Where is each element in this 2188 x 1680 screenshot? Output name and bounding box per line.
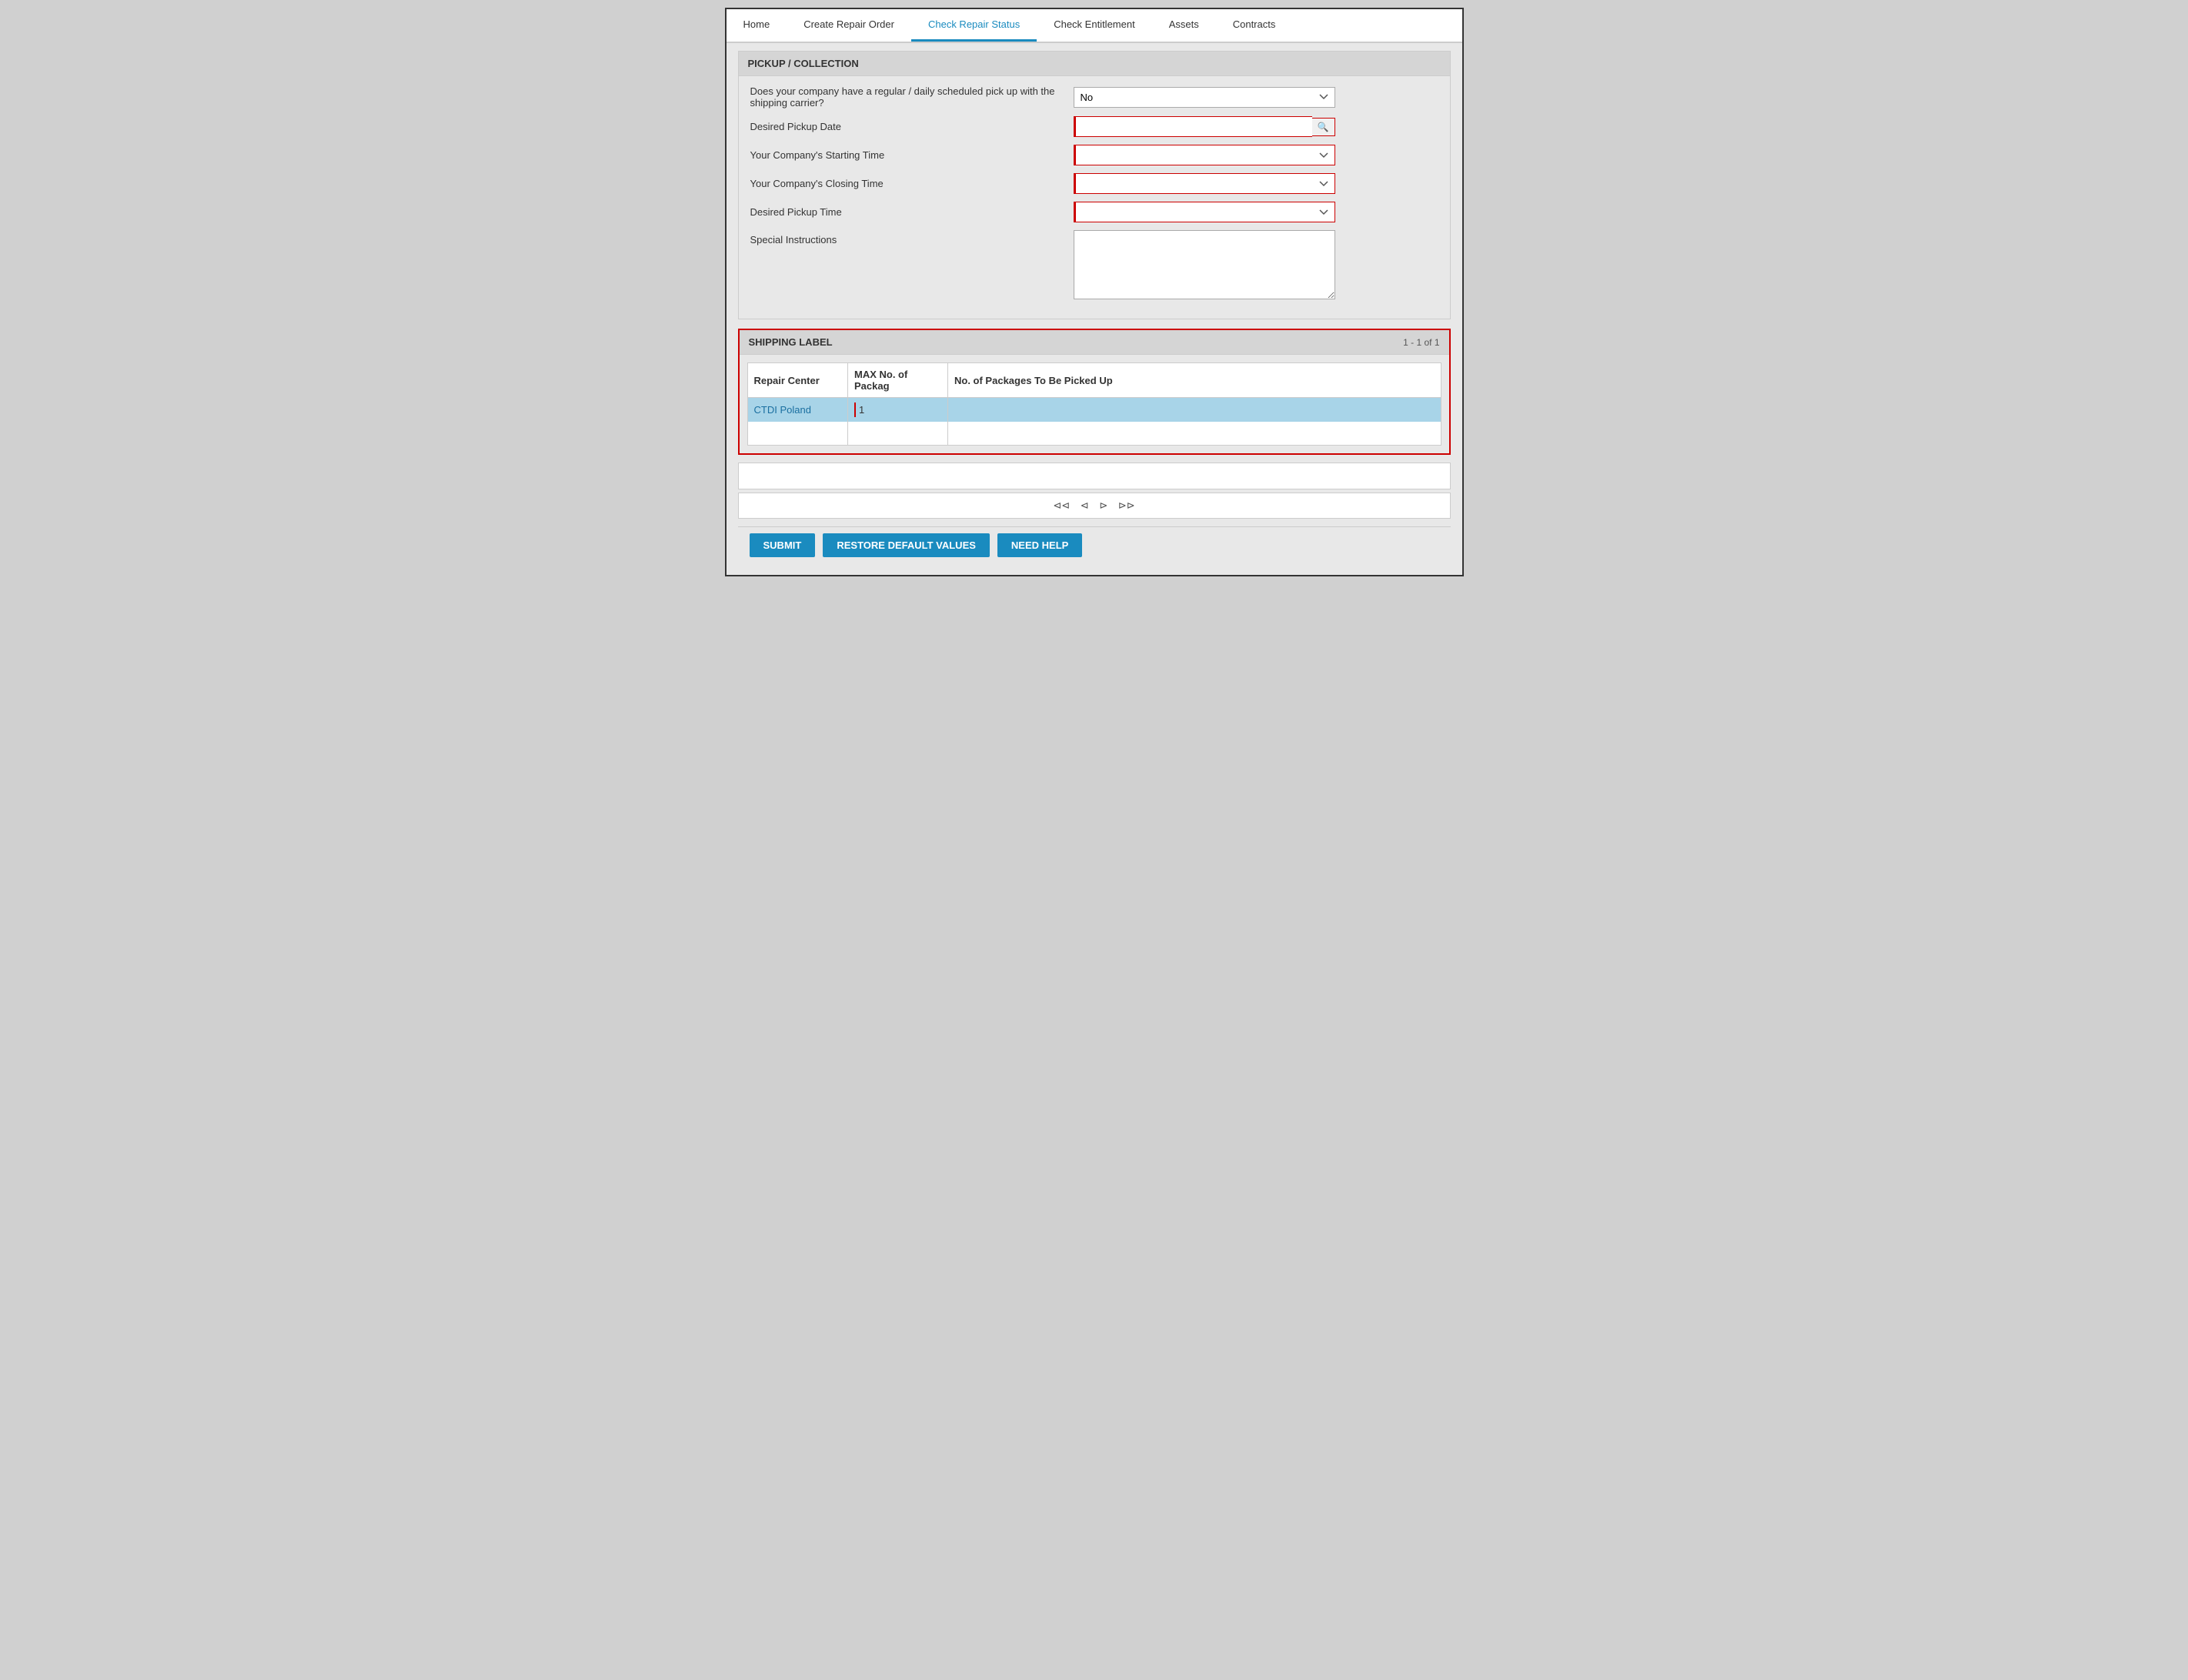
special-instructions-control [1074, 230, 1335, 302]
date-picker-button[interactable]: 🔍 [1312, 118, 1335, 136]
nav-home[interactable]: Home [727, 9, 787, 42]
pickup-section: PICKUP / COLLECTION Does your company ha… [738, 51, 1451, 319]
no-packages-input[interactable] [954, 404, 1435, 416]
main-content: PICKUP / COLLECTION Does your company ha… [727, 43, 1462, 575]
closing-time-row: Your Company's Closing Time [750, 173, 1438, 194]
pagination-controls: ⊲⊲ ⊲ ⊳ ⊳⊳ [738, 493, 1451, 519]
scheduled-pickup-control: No Yes [1074, 87, 1335, 108]
calendar-icon: 🔍 [1318, 122, 1329, 132]
empty-cell-2 [848, 422, 948, 445]
empty-cell-1 [748, 422, 848, 445]
shipping-table-head: Repair Center MAX No. of Packag No. of P… [748, 363, 1441, 398]
special-instructions-label: Special Instructions [750, 230, 1074, 245]
empty-cell-3 [948, 422, 1441, 445]
restore-defaults-button[interactable]: RESTORE DEFAULT VALUES [823, 533, 990, 557]
shipping-table-body: CTDI Poland [748, 398, 1441, 446]
pagination-first-button[interactable]: ⊲⊲ [1049, 498, 1074, 513]
table-row[interactable]: CTDI Poland [748, 398, 1441, 423]
shipping-pagination-info: 1 - 1 of 1 [1403, 337, 1439, 348]
special-instructions-row: Special Instructions [750, 230, 1438, 302]
desired-pickup-date-row: Desired Pickup Date 🔍 [750, 116, 1438, 137]
shipping-table-area: Repair Center MAX No. of Packag No. of P… [740, 362, 1449, 446]
nav-assets[interactable]: Assets [1152, 9, 1216, 42]
nav-check-entitlement[interactable]: Check Entitlement [1037, 9, 1152, 42]
shipping-table: Repair Center MAX No. of Packag No. of P… [748, 363, 1441, 445]
pickup-section-body: Does your company have a regular / daily… [738, 75, 1451, 319]
bottom-action-bar: SUBMIT RESTORE DEFAULT VALUES NEED HELP [738, 526, 1451, 563]
pickup-section-title: PICKUP / COLLECTION [748, 58, 859, 69]
max-packages-input[interactable] [854, 402, 941, 417]
need-help-button[interactable]: NEED HELP [997, 533, 1082, 557]
closing-time-select[interactable] [1074, 173, 1335, 194]
closing-time-label: Your Company's Closing Time [750, 178, 1074, 189]
app-container: Home Create Repair Order Check Repair St… [725, 8, 1464, 576]
desired-pickup-date-control: 🔍 [1074, 116, 1335, 137]
pickup-section-header: PICKUP / COLLECTION [738, 51, 1451, 75]
nav-check-repair-status[interactable]: Check Repair Status [911, 9, 1037, 42]
pagination-prev-button[interactable]: ⊲ [1077, 498, 1093, 513]
desired-pickup-time-select[interactable] [1074, 202, 1335, 222]
date-input-wrap: 🔍 [1074, 116, 1335, 137]
desired-pickup-time-label: Desired Pickup Time [750, 206, 1074, 218]
pagination-last-button[interactable]: ⊳⊳ [1114, 498, 1139, 513]
starting-time-label: Your Company's Starting Time [750, 149, 1074, 161]
starting-time-row: Your Company's Starting Time [750, 145, 1438, 165]
empty-area [738, 463, 1451, 489]
special-instructions-textarea[interactable] [1074, 230, 1335, 299]
col-max-packages: MAX No. of Packag [848, 363, 948, 398]
scheduled-pickup-label: Does your company have a regular / daily… [750, 85, 1074, 109]
scheduled-pickup-row: Does your company have a regular / daily… [750, 85, 1438, 109]
shipping-label-title: SHIPPING LABEL [749, 336, 833, 348]
closing-time-control [1074, 173, 1335, 194]
cell-no-packages[interactable] [948, 398, 1441, 423]
scheduled-pickup-select[interactable]: No Yes [1074, 87, 1335, 108]
desired-pickup-time-row: Desired Pickup Time [750, 202, 1438, 222]
cell-repair-center: CTDI Poland [748, 398, 848, 423]
repair-center-value: CTDI Poland [754, 404, 811, 416]
col-repair-center: Repair Center [748, 363, 848, 398]
shipping-label-section: SHIPPING LABEL 1 - 1 of 1 Repair Center … [738, 329, 1451, 455]
nav-contracts[interactable]: Contracts [1216, 9, 1293, 42]
pagination-next-button[interactable]: ⊳ [1095, 498, 1111, 513]
desired-pickup-date-input[interactable] [1074, 116, 1312, 137]
shipping-label-header: SHIPPING LABEL 1 - 1 of 1 [740, 330, 1449, 355]
desired-pickup-date-label: Desired Pickup Date [750, 121, 1074, 132]
desired-pickup-time-control [1074, 202, 1335, 222]
starting-time-control [1074, 145, 1335, 165]
shipping-table-container: Repair Center MAX No. of Packag No. of P… [747, 362, 1441, 446]
nav-create-repair-order[interactable]: Create Repair Order [787, 9, 911, 42]
submit-button[interactable]: SUBMIT [750, 533, 816, 557]
cell-max-packages [848, 398, 948, 423]
starting-time-select[interactable] [1074, 145, 1335, 165]
table-row-empty [748, 422, 1441, 445]
col-no-packages: No. of Packages To Be Picked Up [948, 363, 1441, 398]
shipping-table-header-row: Repair Center MAX No. of Packag No. of P… [748, 363, 1441, 398]
nav-bar: Home Create Repair Order Check Repair St… [727, 9, 1462, 43]
